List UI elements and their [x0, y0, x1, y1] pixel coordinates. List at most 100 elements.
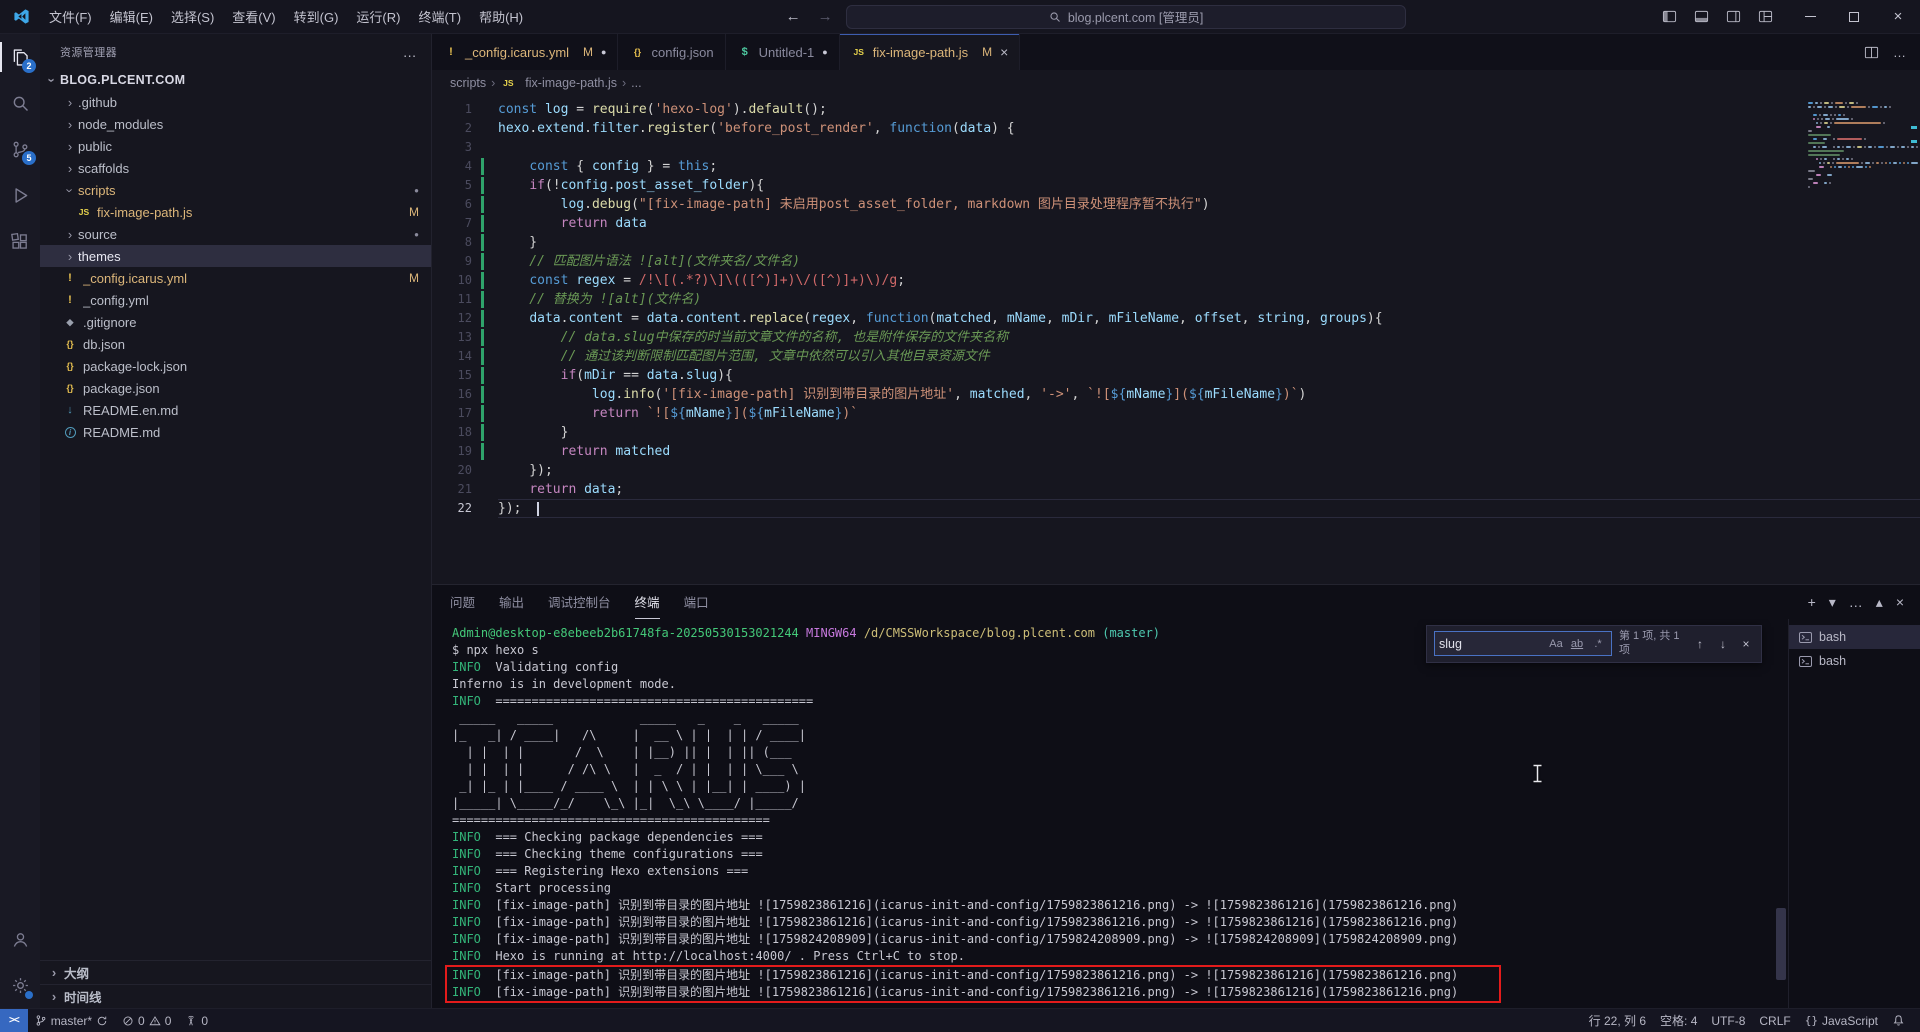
activity-search[interactable] [0, 80, 40, 126]
maximize-button[interactable] [1832, 0, 1876, 34]
tree-item-github[interactable]: ›.github [40, 91, 431, 113]
panel-close-button[interactable]: × [1896, 594, 1904, 610]
timeline-section[interactable]: › 时间线 [40, 984, 431, 1008]
breadcrumb-item-fix-image-path-js[interactable]: JSfix-image-path.js [500, 76, 617, 90]
editor-more-actions[interactable]: … [1893, 45, 1906, 60]
toggle-panel-icon[interactable] [1688, 4, 1714, 30]
find-next-button[interactable]: ↓ [1715, 637, 1731, 651]
breadcrumb-item-scripts[interactable]: scripts [450, 76, 486, 90]
tab-untitled-1[interactable]: $Untitled-1● [726, 34, 840, 70]
tree-item-scripts[interactable]: ›scripts● [40, 179, 431, 201]
panel-tab-输出[interactable]: 输出 [499, 585, 524, 619]
code-line[interactable]: }); [498, 499, 1920, 518]
tab-config-json[interactable]: {}config.json [618, 34, 725, 70]
menu-item-帮助-h[interactable]: 帮助(H) [470, 3, 532, 30]
indent-indicator[interactable]: 空格: 4 [1653, 1009, 1704, 1032]
code-line[interactable]: } [498, 423, 1920, 442]
code-line[interactable]: return data; [498, 480, 1920, 499]
panel-tab-端口[interactable]: 端口 [684, 585, 709, 619]
new-terminal-button[interactable]: + [1808, 594, 1816, 610]
terminal[interactable]: Admin@desktop-e8ebeeb2b61748fa-202505301… [432, 619, 1788, 1008]
menu-item-转到-g[interactable]: 转到(G) [285, 3, 348, 30]
find-input[interactable] [1439, 637, 1544, 651]
explorer-more-actions[interactable]: … [403, 44, 417, 60]
customize-layout-icon[interactable] [1752, 4, 1778, 30]
tree-item-themes[interactable]: ›themes [40, 245, 431, 267]
ports-indicator[interactable]: 0 [178, 1009, 215, 1032]
find-prev-button[interactable]: ↑ [1692, 637, 1708, 651]
menu-item-查看-v[interactable]: 查看(V) [223, 3, 284, 30]
menu-item-运行-r[interactable]: 运行(R) [347, 3, 409, 30]
activity-explorer[interactable]: 2 [0, 34, 40, 80]
remote-indicator[interactable]: >< [0, 1009, 28, 1032]
language-indicator[interactable]: {}JavaScript [1798, 1009, 1885, 1032]
tree-item-readme-en-md[interactable]: ↓README.en.md [40, 399, 431, 421]
tree-item-public[interactable]: ›public [40, 135, 431, 157]
terminal-dropdown-icon[interactable]: ▾ [1829, 594, 1836, 611]
close-button[interactable]: × [1876, 0, 1920, 34]
code-area[interactable]: const log = require('hexo-log').default(… [488, 100, 1920, 584]
panel-tab-终端[interactable]: 终端 [635, 585, 660, 619]
tree-item-scaffolds[interactable]: ›scaffolds [40, 157, 431, 179]
code-line[interactable]: data.content = data.content.replace(rege… [498, 309, 1920, 328]
code-line[interactable]: hexo.extend.filter.register('before_post… [498, 119, 1920, 138]
minimize-button[interactable] [1788, 0, 1832, 34]
match-case-toggle[interactable]: Aa [1547, 638, 1565, 650]
menu-item-终端-t[interactable]: 终端(T) [409, 3, 470, 30]
code-line[interactable]: const regex = /!\[(.*?)\]\(([^)]+)\/([^)… [498, 271, 1920, 290]
terminal-list-item-1[interactable]: bash [1789, 625, 1920, 649]
code-line[interactable] [498, 138, 1920, 157]
code-line[interactable]: log.info('[fix-image-path] 识别到带目录的图片地址',… [498, 385, 1920, 404]
activity-settings[interactable] [0, 962, 40, 1008]
cursor-position[interactable]: 行 22, 列 6 [1582, 1009, 1653, 1032]
code-line[interactable]: if(mDir == data.slug){ [498, 366, 1920, 385]
close-icon[interactable]: × [1000, 44, 1008, 60]
eol-indicator[interactable]: CRLF [1752, 1009, 1797, 1032]
menu-item-编辑-e[interactable]: 编辑(E) [101, 3, 162, 30]
tree-item-readme-md[interactable]: iREADME.md [40, 421, 431, 443]
tree-item-root[interactable]: ›BLOG.PLCENT.COM [40, 69, 431, 91]
terminal-list-item-2[interactable]: bash [1789, 649, 1920, 673]
outline-section[interactable]: › 大纲 [40, 960, 431, 984]
panel-tab-问题[interactable]: 问题 [450, 585, 475, 619]
activity-source-control[interactable]: 5 [0, 126, 40, 172]
command-center-search[interactable]: blog.plcent.com [管理员] [846, 5, 1406, 29]
tree-item-node-modules[interactable]: ›node_modules [40, 113, 431, 135]
code-line[interactable]: const { config } = this; [498, 157, 1920, 176]
toggle-primary-sidebar-icon[interactable] [1656, 4, 1682, 30]
problems-indicator[interactable]: 0 0 [115, 1009, 178, 1032]
panel-more-actions[interactable]: … [1849, 594, 1863, 610]
code-line[interactable]: // 替换为 ![alt](文件名) [498, 290, 1920, 309]
code-line[interactable]: const log = require('hexo-log').default(… [498, 100, 1920, 119]
tab-config-icarus-yml[interactable]: !_config.icarus.ymlM● [432, 34, 618, 70]
tree-item-package-lock-json[interactable]: {}package-lock.json [40, 355, 431, 377]
tree-item-fix-image-path-js[interactable]: JSfix-image-path.jsM [40, 201, 431, 223]
code-line[interactable]: // data.slug中保存的时当前文章文件的名称, 也是附件保存的文件夹名称 [498, 328, 1920, 347]
code-line[interactable]: return data [498, 214, 1920, 233]
encoding-indicator[interactable]: UTF-8 [1704, 1009, 1752, 1032]
activity-account[interactable] [0, 916, 40, 962]
forward-button[interactable]: → [814, 8, 836, 25]
panel-maximize-button[interactable]: ▴ [1876, 594, 1883, 611]
code-line[interactable]: }); [498, 461, 1920, 480]
menu-item-选择-s[interactable]: 选择(S) [162, 3, 223, 30]
panel-tab-调试控制台[interactable]: 调试控制台 [548, 585, 611, 619]
find-close-button[interactable]: × [1738, 637, 1754, 651]
tree-item-config-icarus-yml[interactable]: !_config.icarus.ymlM [40, 267, 431, 289]
code-line[interactable]: } [498, 233, 1920, 252]
back-button[interactable]: ← [782, 8, 804, 25]
code-line[interactable]: log.debug("[fix-image-path] 未启用post_asse… [498, 195, 1920, 214]
code-line[interactable]: if(!config.post_asset_folder){ [498, 176, 1920, 195]
regex-toggle[interactable]: .* [1589, 638, 1607, 650]
tree-item-source[interactable]: ›source● [40, 223, 431, 245]
whole-word-toggle[interactable]: ab [1568, 638, 1586, 650]
split-editor-button[interactable] [1864, 45, 1879, 60]
menu-item-文件-f[interactable]: 文件(F) [40, 3, 101, 30]
tab-fix-image-path-js[interactable]: JSfix-image-path.jsM× [840, 34, 1021, 70]
tree-item-db-json[interactable]: {}db.json [40, 333, 431, 355]
terminal-scrollbar[interactable] [1776, 908, 1786, 980]
code-line[interactable]: return `![${mName}](${mFileName})` [498, 404, 1920, 423]
code-line[interactable]: // 通过该判断限制匹配图片范围, 文章中依然可以引入其他目录资源文件 [498, 347, 1920, 366]
code-line[interactable]: return matched [498, 442, 1920, 461]
toggle-secondary-sidebar-icon[interactable] [1720, 4, 1746, 30]
